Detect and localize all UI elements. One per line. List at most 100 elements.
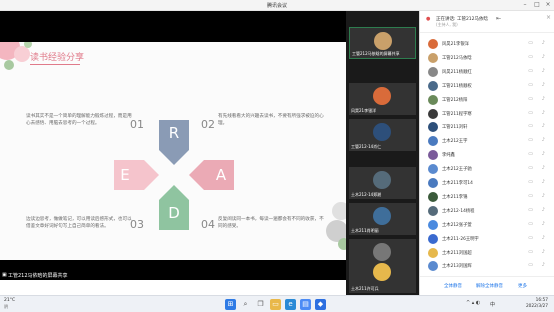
video-tile[interactable]: 风昊21李银洋 (349, 83, 416, 115)
mic-icon[interactable]: ♪ (542, 262, 545, 268)
member-row[interactable]: 土木213刘国辉 ▭ ♪ (420, 259, 554, 273)
windows-start-icon[interactable]: ⊞ (225, 299, 236, 310)
member-row[interactable]: 土木212张子萱 ▭ ♪ (420, 218, 554, 232)
camera-icon[interactable]: ▭ (528, 123, 533, 129)
camera-icon[interactable]: ▭ (528, 179, 533, 185)
member-row[interactable]: 工管211杨顺权 ▭ ♪ (420, 79, 554, 93)
avatar (428, 219, 438, 230)
edge-browser-icon[interactable]: e (285, 299, 296, 310)
input-language[interactable]: 中 (490, 301, 495, 308)
close-panel-icon[interactable]: × (546, 14, 551, 21)
video-tile[interactable]: 土木212-14郑湘 (349, 167, 416, 199)
camera-icon[interactable]: ▭ (528, 40, 533, 46)
close-icon[interactable]: × (543, 1, 553, 9)
member-name: 土木211刘国超 (442, 250, 472, 256)
presenter-label: 工管212马依晗的屏幕共享 (8, 273, 68, 279)
member-row[interactable]: 土木212王宇 ▭ ♪ (420, 134, 554, 148)
member-name: 工管211程宇寒 (442, 111, 472, 117)
more-button[interactable]: 更多 (518, 283, 527, 289)
camera-icon[interactable]: ▭ (528, 110, 533, 116)
member-row[interactable]: 土木212-14杨程 ▭ ♪ (420, 204, 554, 218)
member-row[interactable]: 李纯鑫 ▭ ♪ (420, 148, 554, 162)
mic-icon[interactable]: ♪ (542, 96, 545, 102)
mic-icon[interactable]: ♪ (542, 82, 545, 88)
member-row[interactable]: 土木211刘国超 ▭ ♪ (420, 246, 554, 260)
mic-icon[interactable]: ♪ (542, 165, 545, 171)
weather-temp[interactable]: 21°C (4, 298, 15, 303)
avatar (428, 247, 438, 258)
video-tile[interactable]: 工管212-14肖仁 (349, 119, 416, 151)
member-name: 土木213刘国辉 (442, 264, 472, 270)
mic-icon[interactable]: ♪ (542, 207, 545, 213)
mic-icon[interactable]: ♪ (542, 68, 545, 74)
camera-icon[interactable]: ▭ (528, 165, 533, 171)
mic-icon[interactable]: ♪ (542, 179, 545, 185)
file-explorer-icon[interactable]: ▭ (270, 299, 281, 310)
mic-icon[interactable]: ♪ (542, 193, 545, 199)
slide-title: 读书经验分享 (30, 53, 85, 63)
camera-icon[interactable]: ▭ (528, 235, 533, 241)
unmute-all-button[interactable]: 解除全体静音 (476, 283, 503, 289)
camera-icon[interactable]: ▭ (528, 68, 533, 74)
collapse-panel-icon[interactable]: ⇤ (496, 15, 501, 22)
mic-icon[interactable]: ♪ (542, 110, 545, 116)
member-row[interactable]: 工管212马依晗 ▭ ♪ (420, 51, 554, 65)
avatar (373, 123, 391, 141)
task-view-icon[interactable]: ❐ (255, 299, 266, 310)
clock[interactable]: 16:57 2022/3/27 (526, 298, 548, 310)
flower-decoration (14, 46, 30, 62)
avatar (428, 164, 438, 175)
member-name: 风昊21李银洋 (442, 42, 469, 47)
camera-icon[interactable]: ▭ (528, 262, 533, 268)
camera-icon[interactable]: ▭ (528, 82, 533, 88)
video-tile-name: 土木211许可兵 (351, 286, 379, 291)
members-panel: ● 正在讲话: 工管212马依晗 (主持人, 我) ⇤ × 风昊21李银洋 ▭ ♪ 工… (419, 11, 554, 295)
mic-icon[interactable]: ♪ (542, 137, 545, 143)
avatar (428, 66, 438, 77)
member-row[interactable]: 土木211-26王明宇 ▭ ♪ (420, 232, 554, 246)
minimize-icon[interactable]: – (520, 1, 530, 9)
leaf-decoration (24, 42, 32, 48)
camera-icon[interactable]: ▭ (528, 193, 533, 199)
member-row[interactable]: 工管212杨阳 ▭ ♪ (420, 93, 554, 107)
camera-icon[interactable]: ▭ (528, 96, 533, 102)
video-tile[interactable]: 土木211肖明丽 (349, 203, 416, 235)
mic-icon[interactable]: ♪ (542, 40, 545, 46)
maximize-icon[interactable]: □ (532, 1, 542, 9)
member-row[interactable]: 土木211李锦 ▭ ♪ (420, 190, 554, 204)
mic-icon[interactable]: ♪ (542, 123, 545, 129)
mic-icon[interactable]: ♪ (542, 235, 545, 241)
camera-icon[interactable]: ▭ (528, 137, 533, 143)
member-name: 工管211刘轩 (442, 125, 468, 131)
member-name: 土木212张子萱 (442, 222, 472, 228)
member-row[interactable]: 工管211程宇寒 ▭ ♪ (420, 107, 554, 121)
store-icon[interactable]: ▤ (300, 299, 311, 310)
mic-icon[interactable]: ♪ (542, 221, 545, 227)
avatar (373, 87, 391, 105)
camera-icon[interactable]: ▭ (528, 249, 533, 255)
title-bar: 腾讯会议 – □ × (0, 0, 554, 11)
member-row[interactable]: 土木212王子驰 ▭ ♪ (420, 162, 554, 176)
letter-d: D (168, 204, 180, 222)
member-row[interactable]: 土木211李可14 ▭ ♪ (420, 176, 554, 190)
search-icon[interactable]: ⌕ (240, 299, 251, 310)
window-title: 腾讯会议 (266, 3, 287, 9)
camera-icon[interactable]: ▭ (528, 221, 533, 227)
tencent-meeting-icon[interactable]: ◆ (315, 299, 326, 310)
mute-all-button[interactable]: 全体静音 (444, 283, 462, 289)
member-row[interactable]: 风昊21李银洋 ▭ ♪ (420, 37, 554, 51)
member-row[interactable]: 工管211刘轩 ▭ ♪ (420, 120, 554, 134)
camera-icon[interactable]: ▭ (528, 207, 533, 213)
member-name: 土木212王宇 (442, 139, 468, 145)
video-tile[interactable]: 土木211许可兵 (349, 261, 416, 293)
mic-icon[interactable]: ♪ (542, 54, 545, 60)
mic-icon[interactable]: ♪ (542, 249, 545, 255)
video-tile[interactable]: 工管212马依晗的屏幕共享 (349, 27, 416, 59)
tray-icons[interactable]: ^ ▴ ◐ (466, 300, 480, 306)
camera-icon[interactable]: ▭ (528, 151, 533, 157)
camera-icon[interactable]: ▭ (528, 54, 533, 60)
video-tile-name: 风昊21李银洋 (351, 108, 377, 113)
mic-icon[interactable]: ♪ (542, 151, 545, 157)
avatar (373, 263, 391, 281)
member-row[interactable]: 风昊211杨顺红 ▭ ♪ (420, 65, 554, 79)
